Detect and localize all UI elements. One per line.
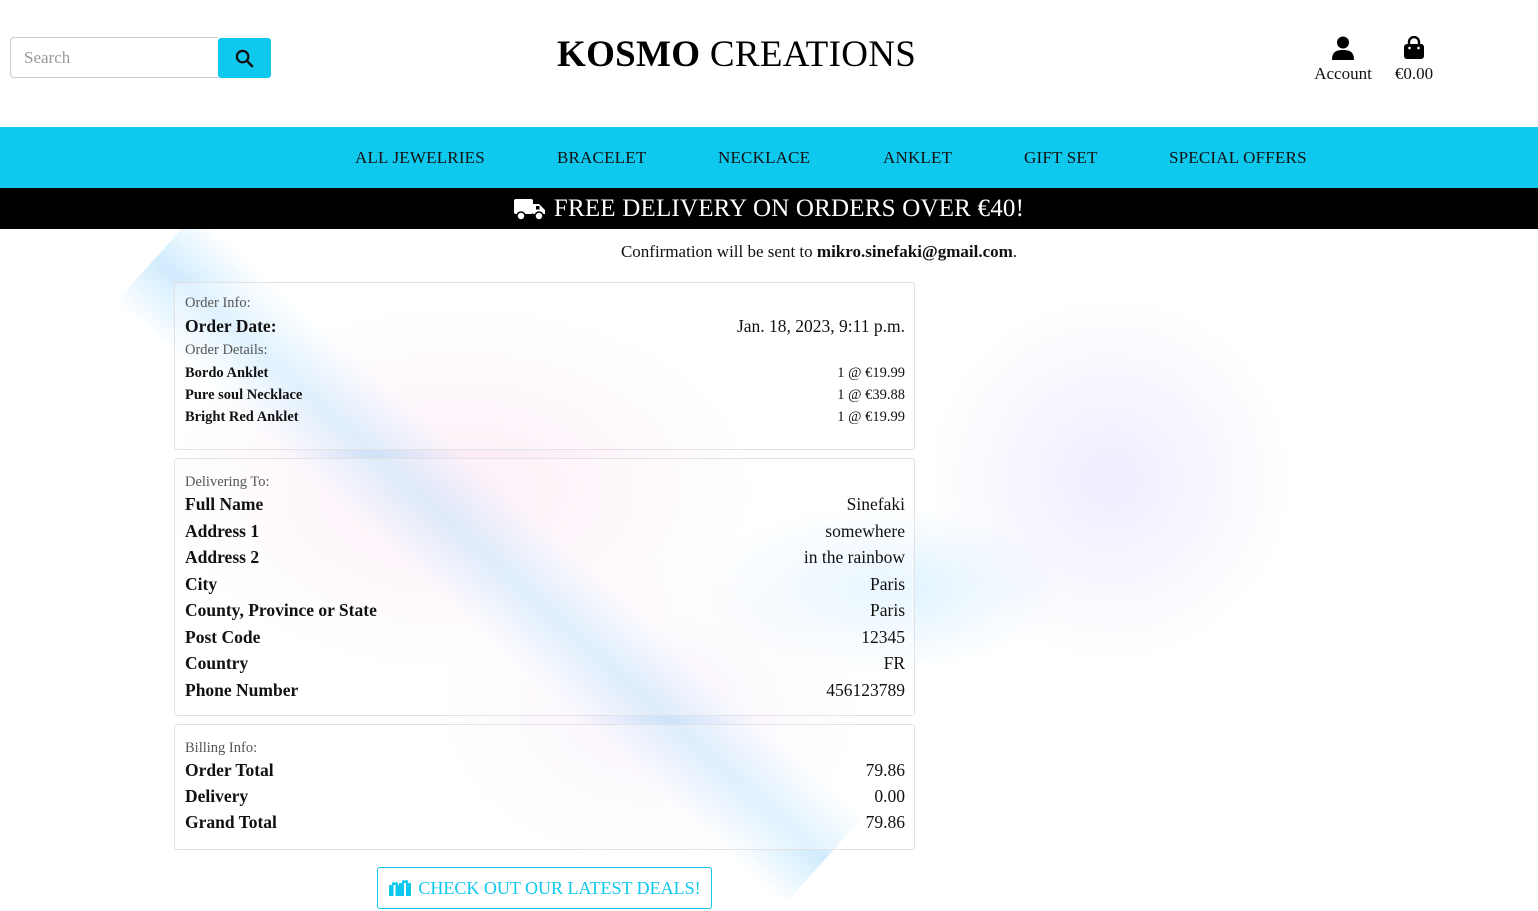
delivery-truck-icon [513,198,545,221]
billing-value: 0.00 [874,786,905,806]
delivery-value: 12345 [861,626,905,647]
delivery-value: 456123789 [826,679,905,700]
delivery-key: City [185,573,218,594]
billing-row: Order Total 79.86 [185,760,905,786]
search-icon [235,49,254,67]
delivery-row: Country FR [185,653,905,680]
billing-row: Delivery 0.00 [185,786,905,812]
order-item-qty-price: 1 @ €39.88 [837,387,905,403]
latest-deals-button[interactable]: CHECK OUT OUR LATEST DEALS! [377,867,712,909]
confirmation-message: Confirmation will be sent to mikro.sinef… [50,242,1538,262]
delivery-key: Address 1 [185,520,260,541]
checkout-success-content: Confirmation will be sent to mikro.sinef… [0,229,1538,911]
billing-info-label: Billing Info: [185,740,258,756]
delivery-key: Phone Number [185,679,299,700]
order-item-name: Bright Red Anklet [185,409,299,425]
free-delivery-banner: FREE DELIVERY ON ORDERS OVER €40! [0,188,1538,229]
order-date-row: Order Date: Jan. 18, 2023, 9:11 p.m. [185,316,905,337]
nav-bracelet[interactable]: BRACELET [557,148,646,168]
shopping-bag-link[interactable]: €0.00 [1390,36,1438,84]
billing-row: Grand Total 79.86 [185,812,905,838]
confirmation-email: mikro.sinefaki@gmail.com [816,242,1013,261]
delivery-value: somewhere [825,520,905,541]
order-item-qty-price: 1 @ €19.99 [837,365,905,381]
gifts-icon [389,879,412,896]
delivery-key: Country [185,653,249,673]
main-nav: ALL JEWELRIES BRACELET NECKLACE ANKLET G… [0,127,1538,188]
order-item-qty-price: 1 @ €19.99 [837,409,905,425]
delivery-key: County, Province or State [185,600,377,620]
delivery-row: Address 2 in the rainbow [185,547,905,574]
nav-all-jewelries[interactable]: ALL JEWELRIES [355,148,485,168]
logo-bold: KOSMO [557,34,701,75]
site-header: KOSMO CREATIONS Account €0.00 [0,0,1538,127]
bag-total: €0.00 [1394,64,1434,83]
delivery-row: Address 1 somewhere [185,521,905,548]
nav-necklace[interactable]: NECKLACE [718,148,810,168]
billing-value: 79.86 [865,812,905,832]
nav-anklet[interactable]: ANKLET [883,148,952,168]
confirmation-suffix: . [1012,242,1018,261]
user-icon [1332,36,1354,60]
account-label: Account [1314,64,1372,83]
order-date-value: Jan. 18, 2023, 9:11 p.m. [736,316,905,336]
billing-info-card: Billing Info: Order Total 79.86 Delivery… [174,724,915,850]
account-link[interactable]: Account [1310,36,1376,84]
order-details-label: Order Details: [185,342,268,358]
shopping-bag-icon [1404,36,1424,59]
search-input[interactable] [10,37,218,78]
order-item-name: Bordo Anklet [185,365,269,381]
billing-key: Delivery [185,786,249,806]
delivering-to-card: Delivering To: Full Name Sinefaki Addres… [174,458,915,716]
site-logo[interactable]: KOSMO CREATIONS [557,33,916,76]
delivery-row: Full Name Sinefaki [185,494,905,521]
delivery-key: Post Code [185,626,261,647]
order-item-row: Bordo Anklet 1 @ €19.99 [185,365,905,382]
order-info-card: Order Info: Order Date: Jan. 18, 2023, 9… [174,282,915,450]
delivery-key: Full Name [185,494,264,514]
confirmation-prefix: Confirmation will be sent to [620,242,813,261]
delivering-to-label: Delivering To: [185,474,270,490]
order-date-key: Order Date: [185,316,277,336]
search-button[interactable] [218,38,271,78]
latest-deals-label: CHECK OUT OUR LATEST DEALS! [418,877,701,898]
delivery-value: Paris [870,600,905,620]
delivery-row: County, Province or State Paris [185,600,905,627]
delivery-row: Post Code 12345 [185,627,905,654]
delivery-key: Address 2 [185,547,260,567]
billing-value: 79.86 [865,760,905,780]
order-item-row: Bright Red Anklet 1 @ €19.99 [185,409,905,426]
delivery-value: Sinefaki [846,494,905,514]
delivery-row: City Paris [185,574,905,601]
logo-rest: CREATIONS [709,34,917,75]
delivery-value: in the rainbow [803,547,905,567]
banner-text: FREE DELIVERY ON ORDERS OVER €40! [553,194,1025,222]
billing-key: Order Total [185,760,274,780]
order-item-name: Pure soul Necklace [185,387,303,403]
order-info-label: Order Info: [185,295,251,311]
delivery-value: Paris [870,573,905,594]
search-form [10,37,271,78]
delivery-value: FR [883,653,905,673]
order-item-row: Pure soul Necklace 1 @ €39.88 [185,387,905,404]
billing-key: Grand Total [185,812,277,832]
nav-special-offers[interactable]: SPECIAL OFFERS [1169,148,1307,168]
nav-gift-set[interactable]: GIFT SET [1024,148,1098,168]
delivery-row: Phone Number 456123789 [185,680,905,707]
